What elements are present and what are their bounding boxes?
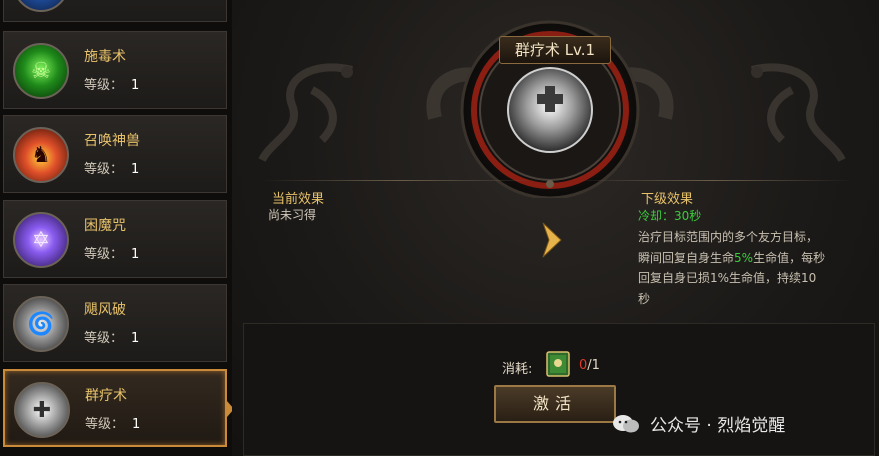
- cooldown-text: 冷却：30秒: [638, 209, 702, 223]
- skill-item-poison[interactable]: ☠ 施毒术 等级： 1: [3, 31, 227, 109]
- skill-name: 困魔咒: [84, 218, 126, 234]
- skill-name: 施毒术: [84, 49, 126, 65]
- hurricane-skill-icon: 🌀: [13, 296, 69, 352]
- wechat-icon: [613, 414, 639, 432]
- activate-button[interactable]: 激活: [494, 385, 616, 423]
- watermark: 公众号 · 烈焰觉醒: [612, 411, 785, 436]
- next-effect-description: 治疗目标范围内的多个友方目标， 瞬间回复自身生命5%生命值，每秒 回复自身已损1…: [638, 230, 826, 306]
- current-effect-title: 当前效果: [272, 192, 325, 207]
- skill-level: 等级： 1: [84, 331, 140, 346]
- next-effect-title: 下级效果: [641, 192, 694, 207]
- skill-item-partial[interactable]: [3, 0, 227, 22]
- skill-level: 等级： 1: [85, 417, 141, 432]
- skill-level: 等级： 1: [84, 162, 140, 177]
- skill-name: 群疗术: [85, 388, 127, 404]
- skill-level: 等级： 1: [84, 78, 140, 93]
- skill-item-hurricane[interactable]: 🌀 飓风破 等级： 1: [3, 284, 227, 362]
- summon-beast-skill-icon: ♞: [13, 127, 69, 183]
- skill-book-icon[interactable]: [544, 350, 572, 378]
- divider-right: [572, 180, 852, 181]
- skill-detail-panel: 群疗术 Lv.1 当前效果 尚未习得 下级效果 冷却：30秒 治疗目标范围内的多…: [232, 0, 879, 456]
- skill-item-trap-spell[interactable]: ✡ 困魔咒 等级： 1: [3, 200, 227, 278]
- divider-left: [262, 180, 542, 181]
- skill-name: 飓风破: [84, 302, 126, 318]
- next-arrow-icon: [542, 222, 562, 258]
- skill-icon-partial: [13, 0, 69, 12]
- current-effect-body: 尚未习得: [268, 208, 317, 222]
- skill-list: ☠ 施毒术 等级： 1 ♞ 召唤神兽 等级： 1 ✡ 困魔咒 等级： 1 🌀 飓风破 …: [0, 0, 234, 456]
- dragon-left-icon: [258, 63, 353, 163]
- watermark-text: 公众号 · 烈焰觉醒: [650, 416, 786, 436]
- poison-skill-icon: ☠: [13, 43, 69, 99]
- cost-count: 0/1: [579, 358, 600, 373]
- skill-name: 召唤神兽: [84, 133, 140, 149]
- group-heal-skill-icon: ✚: [14, 382, 70, 438]
- trap-spell-skill-icon: ✡: [13, 212, 69, 268]
- skill-item-summon-beast[interactable]: ♞ 召唤神兽 等级： 1: [3, 115, 227, 193]
- skill-item-group-heal[interactable]: ✚ 群疗术 等级： 1: [3, 369, 234, 447]
- skill-title: 群疗术 Lv.1: [499, 36, 611, 64]
- skill-level: 等级： 1: [84, 247, 140, 262]
- dragon-right-icon: [751, 63, 846, 163]
- cost-label: 消耗:: [502, 362, 533, 377]
